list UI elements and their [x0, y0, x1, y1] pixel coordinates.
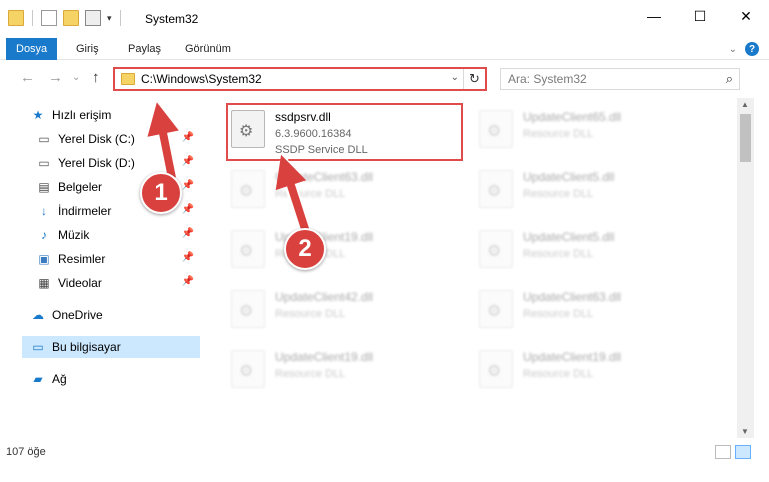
step-badge-2: 2 — [284, 228, 326, 270]
annotation-arrows — [147, 102, 312, 234]
arrow-2 — [275, 154, 310, 234]
step-badge-1: 1 — [140, 172, 182, 214]
